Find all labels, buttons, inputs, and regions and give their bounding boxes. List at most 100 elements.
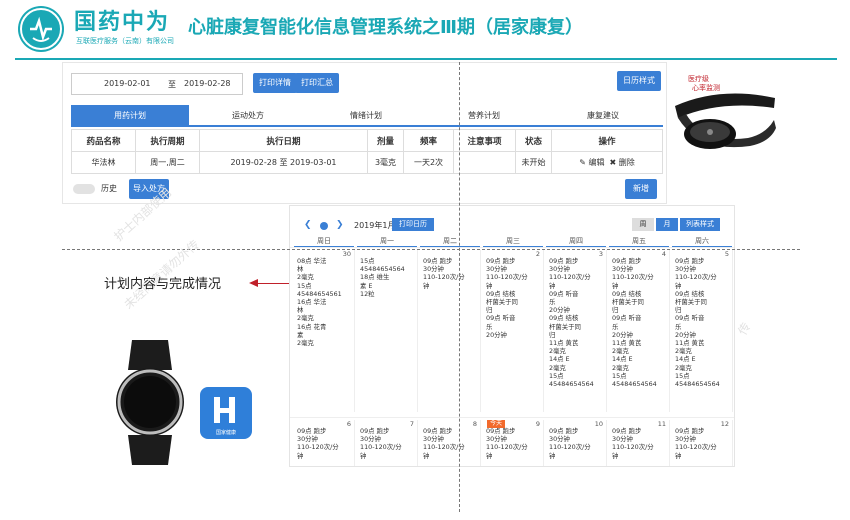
print-summary-button[interactable]: 打印汇总 xyxy=(295,73,339,93)
delete-link[interactable]: 删除 xyxy=(619,158,635,167)
schedule-line: 09点 跑步 xyxy=(423,427,453,435)
weekday-label: 周四 xyxy=(546,236,606,247)
print-detail-button[interactable]: 打印详情 xyxy=(253,73,297,93)
calendar-day-cell[interactable]: 3 09点 跑步 30分钟 110-120次/分钟 09点 听音乐 20分钟 09点 结核杆… xyxy=(546,250,607,412)
day-number: 4 xyxy=(661,250,666,258)
schedule-line: 110-120次/分 xyxy=(423,273,465,282)
tab-emotion[interactable]: 情绪计划 xyxy=(307,105,425,127)
schedule-line: 乐 xyxy=(612,322,619,331)
day-number: 30 xyxy=(342,250,351,258)
today-dot-icon[interactable] xyxy=(320,222,328,230)
schedule-line: 110-120次/分 xyxy=(486,443,528,452)
schedule-line: 08点 华法 xyxy=(297,257,327,265)
schedule-line: 2毫克 xyxy=(612,363,629,372)
schedule-line: 钟 xyxy=(423,451,430,460)
calendar-day-cell[interactable]: 15点 45484654564 18点 维生素 E 12粒 xyxy=(357,250,418,412)
tab-exercise[interactable]: 运动处方 xyxy=(189,105,307,127)
guide-vertical xyxy=(459,62,460,512)
view-week-button[interactable]: 周 xyxy=(632,218,654,231)
calendar-month: 2019年1月 xyxy=(354,221,396,230)
chevron-left-icon[interactable]: ❮ xyxy=(304,220,312,230)
calendar-day-cell[interactable]: 30 08点 华法林 2毫克 15点 45484654561 16点 华法林 2毫克 16点 … xyxy=(294,250,355,412)
calendar-day-cell[interactable]: 4 09点 跑步 30分钟 110-120次/分钟 09点 结核 杆菌关于同归 09点 听音… xyxy=(609,250,670,412)
schedule-line: 乐 xyxy=(549,298,556,307)
schedule-line: 钟 xyxy=(423,281,430,290)
calendar-day-cell[interactable]: 12 09点 跑步 30分钟 110-120次/分钟 xyxy=(672,420,733,466)
view-list-button[interactable]: 列表样式 xyxy=(680,218,720,231)
callout-arrow xyxy=(257,283,289,284)
schedule-line: 45484654561 xyxy=(297,289,342,298)
column-header: 执行周期 xyxy=(135,129,200,152)
schedule-line: 归 xyxy=(549,330,556,339)
schedule-line: 09点 跑步 xyxy=(423,257,453,265)
cell-dates: 2019-02-28 至 2019-03-01 xyxy=(199,151,368,174)
schedule-line: 15点 xyxy=(297,281,312,290)
day-number: 3 xyxy=(598,250,603,258)
schedule-line: 2毫克 xyxy=(612,347,629,356)
schedule-line: 2毫克 xyxy=(297,339,314,348)
calendar-day-cell[interactable]: 5 09点 跑步 30分钟 110-120次/分钟 09点 结核 杆菌关于同归 09点 听音… xyxy=(672,250,733,412)
day-number: 12 xyxy=(720,420,729,428)
schedule-line: 09点 跑步 xyxy=(612,257,642,265)
schedule-line: 钟 xyxy=(549,281,556,290)
date-from: 2019-02-01 xyxy=(104,79,151,88)
weekday-label: 周五 xyxy=(609,236,669,247)
schedule-line: 45484654564 xyxy=(612,380,657,389)
tab-nutrition[interactable]: 营养计划 xyxy=(425,105,543,127)
add-button[interactable]: 新增 xyxy=(625,179,657,199)
schedule-line: 14点 E xyxy=(675,355,696,364)
schedule-line: 09点 结核 xyxy=(549,314,579,323)
print-calendar-button[interactable]: 打印日历 xyxy=(392,218,434,231)
edit-link[interactable]: 编辑 xyxy=(588,158,604,167)
history-toggle[interactable] xyxy=(73,184,95,194)
edit-icon[interactable]: ✎ xyxy=(579,158,586,167)
schedule-line: 素 xyxy=(297,330,304,339)
schedule-line: 110-120次/分 xyxy=(612,443,654,452)
schedule-line: 09点 结核 xyxy=(675,289,705,298)
weekday-label: 周三 xyxy=(483,236,543,247)
schedule-line: 钟 xyxy=(675,281,682,290)
date-range-input[interactable]: 2019-02-01 至 2019-02-28 xyxy=(71,73,243,95)
callout-text: 计划内容与完成情况 xyxy=(104,277,222,292)
calendar-day-cell[interactable]: 8 09点 跑步 30分钟 110-120次/分钟 xyxy=(420,420,481,466)
calendar-day-cell[interactable]: 今天 9 09点 跑步 30分钟 110-120次/分钟 xyxy=(483,420,544,466)
calendar-day-cell[interactable]: 2 09点 跑步 30分钟 110-120次/分钟 09点 结核 杆菌关于同归 09点 听音… xyxy=(483,250,544,412)
day-number: 9 xyxy=(535,420,540,428)
schedule-line: 110-120次/分 xyxy=(423,443,465,452)
health-app-icon: 国家健康 xyxy=(200,387,252,439)
chevron-right-icon[interactable]: ❯ xyxy=(336,220,344,230)
schedule-line: 11点 黄芪 xyxy=(675,339,705,348)
schedule-line: 16点 花青 xyxy=(297,322,327,331)
calendar-style-button[interactable]: 日历样式 xyxy=(617,71,661,91)
schedule-line: 杆菌关于同 xyxy=(549,322,581,331)
schedule-line: 2毫克 xyxy=(675,347,692,356)
heart-rate-belt-image: 医疗级 心率监测 xyxy=(670,68,780,168)
schedule-line: 09点 结核 xyxy=(486,289,516,298)
cell-dose: 3毫克 xyxy=(367,151,404,174)
schedule-line: 09点 结核 xyxy=(612,289,642,298)
schedule-line: 11点 黄芪 xyxy=(612,339,642,348)
calendar-day-cell[interactable]: 09点 跑步 30分钟 110-120次/分钟 xyxy=(420,250,481,412)
cell-period: 周一,周二 xyxy=(135,151,200,174)
calendar-day-cell[interactable]: 6 09点 跑步 30分钟 110-120次/分钟 xyxy=(294,420,355,466)
calendar-day-cell[interactable]: 10 09点 跑步 30分钟 110-120次/分钟 xyxy=(546,420,607,466)
schedule-line: 杆菌关于同 xyxy=(675,298,707,307)
calendar-day-cell[interactable]: 11 09点 跑步 30分钟 110-120次/分钟 xyxy=(609,420,670,466)
plan-tabs: 用药计划 运动处方 情绪计划 营养计划 康复建议 xyxy=(71,105,663,127)
schedule-line: 110-120次/分 xyxy=(297,443,339,452)
column-header: 状态 xyxy=(515,129,552,152)
schedule-line: 杆菌关于同 xyxy=(486,298,518,307)
column-header: 药品名称 xyxy=(71,129,136,152)
tab-rehab-advice[interactable]: 康复建议 xyxy=(543,105,663,127)
brand-logo-icon xyxy=(18,6,64,52)
view-month-button[interactable]: 月 xyxy=(656,218,678,231)
delete-icon[interactable]: ✖ xyxy=(610,158,617,167)
day-number: 5 xyxy=(724,250,729,258)
schedule-line: 09点 跑步 xyxy=(675,427,705,435)
week-divider xyxy=(290,247,734,248)
today-badge: 今天 xyxy=(487,420,506,428)
calendar-day-cell[interactable]: 7 09点 跑步 30分钟 110-120次/分钟 xyxy=(357,420,418,466)
schedule-line: 钟 xyxy=(486,451,493,460)
tab-medication[interactable]: 用药计划 xyxy=(71,105,189,127)
watermark: 传 xyxy=(735,320,754,338)
